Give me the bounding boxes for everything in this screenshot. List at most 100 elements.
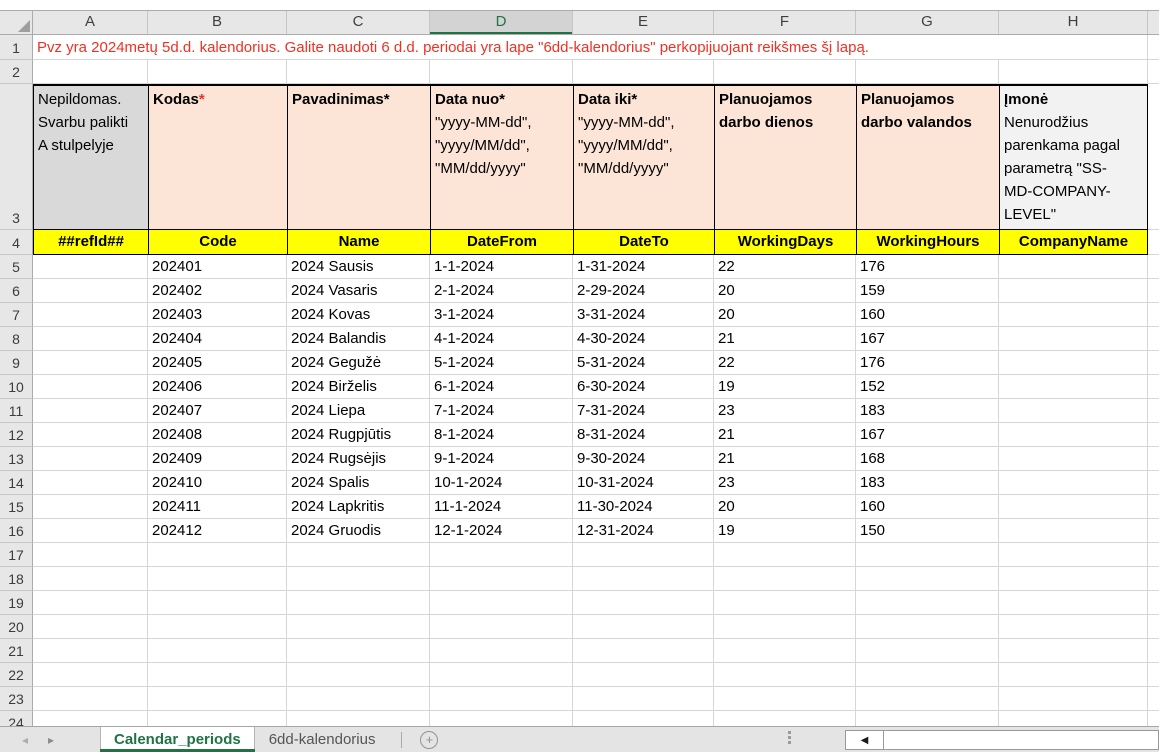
row-header-11[interactable]: 11	[0, 399, 33, 423]
cell-H19[interactable]	[999, 591, 1148, 615]
cell-E3[interactable]: Data iki*"yyyy-MM-dd", "yyyy/MM/dd", "MM…	[573, 84, 714, 230]
cell-A2[interactable]	[33, 60, 148, 84]
row-header-22[interactable]: 22	[0, 663, 33, 687]
cell-D4-field[interactable]: DateFrom	[430, 230, 573, 255]
cell-G18[interactable]	[856, 567, 999, 591]
column-header-B[interactable]: B	[148, 11, 287, 34]
cell-E13[interactable]: 9-30-2024	[573, 447, 714, 471]
cell-F14[interactable]: 23	[714, 471, 856, 495]
row-header-16[interactable]: 16	[0, 519, 33, 543]
cell-D23[interactable]	[430, 687, 573, 711]
cell-G16[interactable]: 150	[856, 519, 999, 543]
cell-E21[interactable]	[573, 639, 714, 663]
cell-C17[interactable]	[287, 543, 430, 567]
cell-E24[interactable]	[573, 711, 714, 726]
tab-nav-left-icon[interactable]: ◂	[22, 733, 28, 747]
row-header-21[interactable]: 21	[0, 639, 33, 663]
cell-E17[interactable]	[573, 543, 714, 567]
cell-B18[interactable]	[148, 567, 287, 591]
cell-E19[interactable]	[573, 591, 714, 615]
cell-E5[interactable]: 1-31-2024	[573, 255, 714, 279]
cell-H4-field[interactable]: CompanyName	[999, 230, 1148, 255]
cell-D16[interactable]: 12-1-2024	[430, 519, 573, 543]
cell-B6[interactable]: 202402	[148, 279, 287, 303]
cell-B22[interactable]	[148, 663, 287, 687]
cell-E16[interactable]: 12-31-2024	[573, 519, 714, 543]
cell-E20[interactable]	[573, 615, 714, 639]
cell-E2[interactable]	[573, 60, 714, 84]
cell-E9[interactable]: 5-31-2024	[573, 351, 714, 375]
cell-C12[interactable]: 2024 Rugpjūtis	[287, 423, 430, 447]
cell-F4-field[interactable]: WorkingDays	[714, 230, 856, 255]
cell-F12[interactable]: 21	[714, 423, 856, 447]
row-header-6[interactable]: 6	[0, 279, 33, 303]
cell-D18[interactable]	[430, 567, 573, 591]
cell-G8[interactable]: 167	[856, 327, 999, 351]
cell-F18[interactable]	[714, 567, 856, 591]
column-header-G[interactable]: G	[856, 11, 999, 34]
cell-A7[interactable]	[33, 303, 148, 327]
cell-B3[interactable]: Kodas*	[148, 84, 287, 230]
cell-H23[interactable]	[999, 687, 1148, 711]
cell-G14[interactable]: 183	[856, 471, 999, 495]
cell-B21[interactable]	[148, 639, 287, 663]
cell-H14[interactable]	[999, 471, 1148, 495]
cell-C14[interactable]: 2024 Spalis	[287, 471, 430, 495]
cell-B5[interactable]: 202401	[148, 255, 287, 279]
cell-F23[interactable]	[714, 687, 856, 711]
row-header-4[interactable]: 4	[0, 230, 33, 255]
add-sheet-button[interactable]: +	[420, 731, 438, 749]
cell-C24[interactable]	[287, 711, 430, 726]
row-header-10[interactable]: 10	[0, 375, 33, 399]
cell-D20[interactable]	[430, 615, 573, 639]
cell-A3[interactable]: Nepildomas. Svarbu palikti A stulpelyje	[33, 84, 148, 230]
cell-C19[interactable]	[287, 591, 430, 615]
cell-E8[interactable]: 4-30-2024	[573, 327, 714, 351]
tab-nav-right-icon[interactable]: ▸	[48, 733, 54, 747]
tab-splitter-handle[interactable]	[786, 731, 792, 744]
column-header-H[interactable]: H	[999, 11, 1148, 34]
cell-F19[interactable]	[714, 591, 856, 615]
cell-F24[interactable]	[714, 711, 856, 726]
cell-F21[interactable]	[714, 639, 856, 663]
cell-A4-field[interactable]: ##refId##	[33, 230, 148, 255]
cell-H24[interactable]	[999, 711, 1148, 726]
cell-D14[interactable]: 10-1-2024	[430, 471, 573, 495]
cell-H7[interactable]	[999, 303, 1148, 327]
cell-H5[interactable]	[999, 255, 1148, 279]
cell-G11[interactable]: 183	[856, 399, 999, 423]
cell-C8[interactable]: 2024 Balandis	[287, 327, 430, 351]
cell-A1-note[interactable]: Pvz yra 2024metų 5d.d. kalendorius. Gali…	[33, 35, 1148, 60]
row-header-17[interactable]: 17	[0, 543, 33, 567]
cell-C5[interactable]: 2024 Sausis	[287, 255, 430, 279]
cell-G10[interactable]: 152	[856, 375, 999, 399]
cell-A20[interactable]	[33, 615, 148, 639]
cell-D2[interactable]	[430, 60, 573, 84]
cell-E7[interactable]: 3-31-2024	[573, 303, 714, 327]
cell-C11[interactable]: 2024 Liepa	[287, 399, 430, 423]
cell-G13[interactable]: 168	[856, 447, 999, 471]
cell-C23[interactable]	[287, 687, 430, 711]
column-header-E[interactable]: E	[573, 11, 714, 34]
cell-F15[interactable]: 20	[714, 495, 856, 519]
cell-B12[interactable]: 202408	[148, 423, 287, 447]
row-header-1[interactable]: 1	[0, 35, 33, 60]
row-header-5[interactable]: 5	[0, 255, 33, 279]
select-all-corner[interactable]	[0, 11, 33, 34]
column-header-D[interactable]: D	[430, 11, 573, 34]
cell-A19[interactable]	[33, 591, 148, 615]
cell-G4-field[interactable]: WorkingHours	[856, 230, 999, 255]
cell-D11[interactable]: 7-1-2024	[430, 399, 573, 423]
cell-B15[interactable]: 202411	[148, 495, 287, 519]
cell-H11[interactable]	[999, 399, 1148, 423]
cell-A16[interactable]	[33, 519, 148, 543]
cell-E23[interactable]	[573, 687, 714, 711]
cell-C6[interactable]: 2024 Vasaris	[287, 279, 430, 303]
cell-F20[interactable]	[714, 615, 856, 639]
column-header-A[interactable]: A	[33, 11, 148, 34]
cell-B19[interactable]	[148, 591, 287, 615]
cell-D24[interactable]	[430, 711, 573, 726]
scroll-left-button[interactable]: ◀	[846, 731, 884, 749]
cell-H6[interactable]	[999, 279, 1148, 303]
cell-H8[interactable]	[999, 327, 1148, 351]
